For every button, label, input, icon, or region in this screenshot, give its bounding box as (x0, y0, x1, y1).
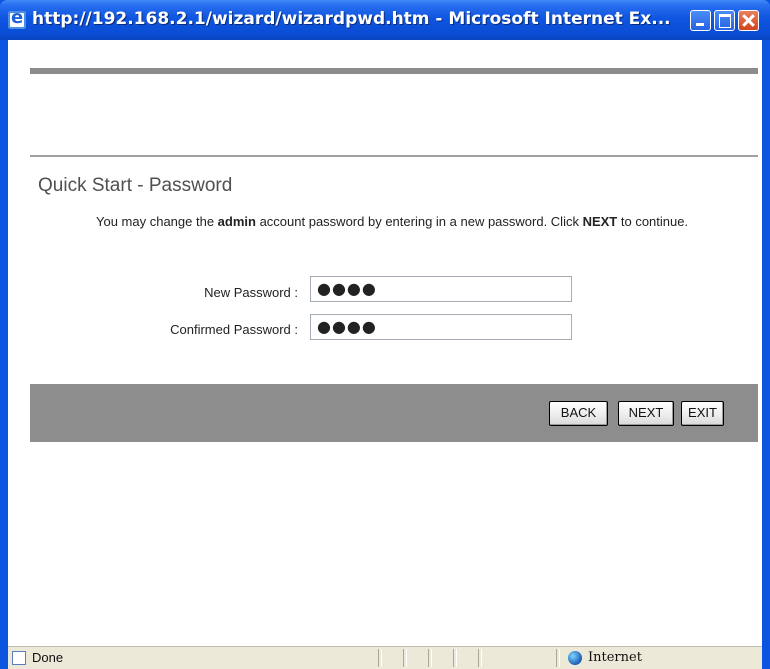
security-zone-label: Internet (588, 650, 642, 665)
minimize-button[interactable] (690, 10, 711, 31)
instructions-part-1: You may change the (96, 214, 218, 229)
button-bar: BACK NEXT EXIT (30, 384, 758, 442)
new-password-label: New Password : (204, 285, 298, 300)
status-text: Done (32, 650, 64, 665)
internet-explorer-icon (8, 7, 26, 29)
page-content: Quick Start - Password You may change th… (8, 40, 762, 646)
browser-window: http://192.168.2.1/wizard/wizardpwd.htm … (0, 0, 770, 669)
instructions-admin: admin (217, 214, 256, 229)
top-divider (30, 68, 758, 74)
confirmed-password-label: Confirmed Password : (170, 322, 298, 337)
instructions-part-3: to continue. (617, 214, 689, 229)
status-bar: Done Internet (8, 646, 762, 669)
status-divider (478, 649, 482, 667)
header-divider (30, 155, 758, 157)
instructions-next: NEXT (582, 214, 618, 229)
status-divider (378, 649, 382, 667)
window-title: http://192.168.2.1/wizard/wizardpwd.htm … (32, 9, 671, 29)
page-title: Quick Start - Password (38, 175, 233, 196)
status-divider (453, 649, 457, 667)
back-button[interactable]: BACK (549, 401, 608, 426)
title-bar[interactable]: http://192.168.2.1/wizard/wizardpwd.htm … (0, 0, 770, 40)
status-divider (403, 649, 407, 667)
status-divider (428, 649, 432, 667)
internet-zone-icon (568, 651, 582, 665)
page-done-icon (12, 651, 26, 665)
exit-button[interactable]: EXIT (681, 401, 724, 426)
instructions-part-2: account password by entering in a new pa… (255, 214, 583, 229)
next-button[interactable]: NEXT (618, 401, 674, 426)
status-divider (556, 649, 560, 667)
instructions-text: You may change the admin account passwor… (96, 212, 756, 231)
maximize-button[interactable] (714, 10, 735, 31)
confirmed-password-field[interactable]: ●●●● (310, 314, 572, 340)
new-password-field[interactable]: ●●●● (310, 276, 572, 302)
close-button[interactable] (738, 10, 759, 31)
